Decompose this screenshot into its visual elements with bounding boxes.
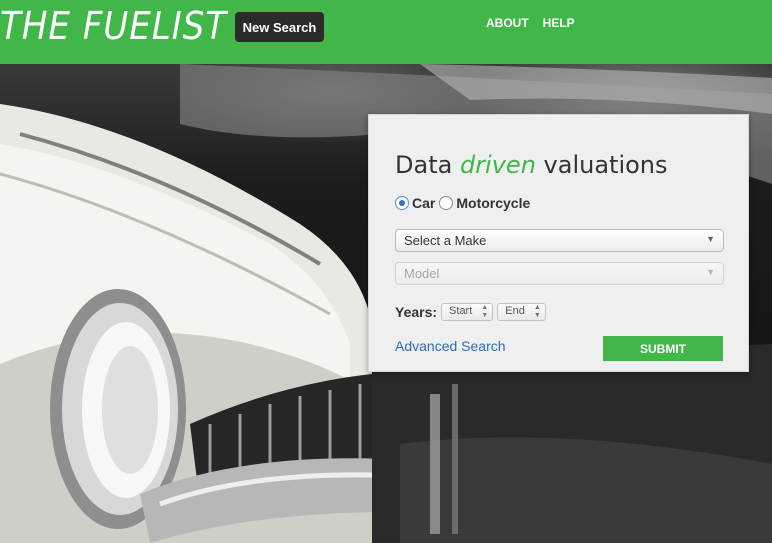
submit-button[interactable]: SUBMIT [603, 336, 723, 361]
vehicle-type-radios: Car Motorcycle [395, 195, 534, 211]
card-title: Data driven valuations [395, 151, 668, 179]
chevron-down-icon: ▼ [706, 234, 715, 244]
top-nav: ABOUT HELP [486, 16, 575, 30]
model-select[interactable]: Model ▼ [395, 262, 724, 285]
start-year-select[interactable]: Start ▲ ▼ [441, 303, 494, 321]
up-down-arrows-icon: ▲ ▼ [481, 304, 489, 319]
up-down-arrows-icon: ▲ ▼ [533, 304, 541, 319]
start-year-value: Start [449, 305, 473, 317]
site-logo[interactable]: THE FUELIST [0, 4, 227, 48]
chevron-down-icon: ▼ [706, 267, 715, 277]
end-year-value: End [505, 305, 525, 317]
motorcycle-radio[interactable] [439, 196, 454, 210]
years-label: Years: [395, 304, 438, 320]
title-accent: driven [459, 151, 536, 179]
nav-help-link[interactable]: HELP [543, 16, 575, 30]
advanced-search-link[interactable]: Advanced Search [395, 338, 506, 354]
title-suffix: valuations [543, 151, 668, 179]
motorcycle-radio-label[interactable]: Motorcycle [456, 195, 530, 211]
valuation-search-card: Data driven valuations Car Motorcycle Se… [368, 114, 749, 372]
title-prefix: Data [395, 151, 453, 179]
make-select[interactable]: Select a Make ▼ [395, 229, 724, 252]
top-header: THE FUELIST New Search ABOUT HELP [0, 0, 772, 64]
end-year-select[interactable]: End ▲ ▼ [497, 303, 546, 321]
model-select-value: Model [404, 266, 440, 281]
car-radio[interactable] [395, 196, 409, 210]
nav-about-link[interactable]: ABOUT [486, 16, 529, 30]
years-row: Years: Start ▲ ▼ End ▲ ▼ [395, 303, 550, 321]
new-search-button[interactable]: New Search [235, 12, 324, 42]
car-radio-label[interactable]: Car [412, 195, 435, 211]
make-select-value: Select a Make [404, 233, 487, 248]
